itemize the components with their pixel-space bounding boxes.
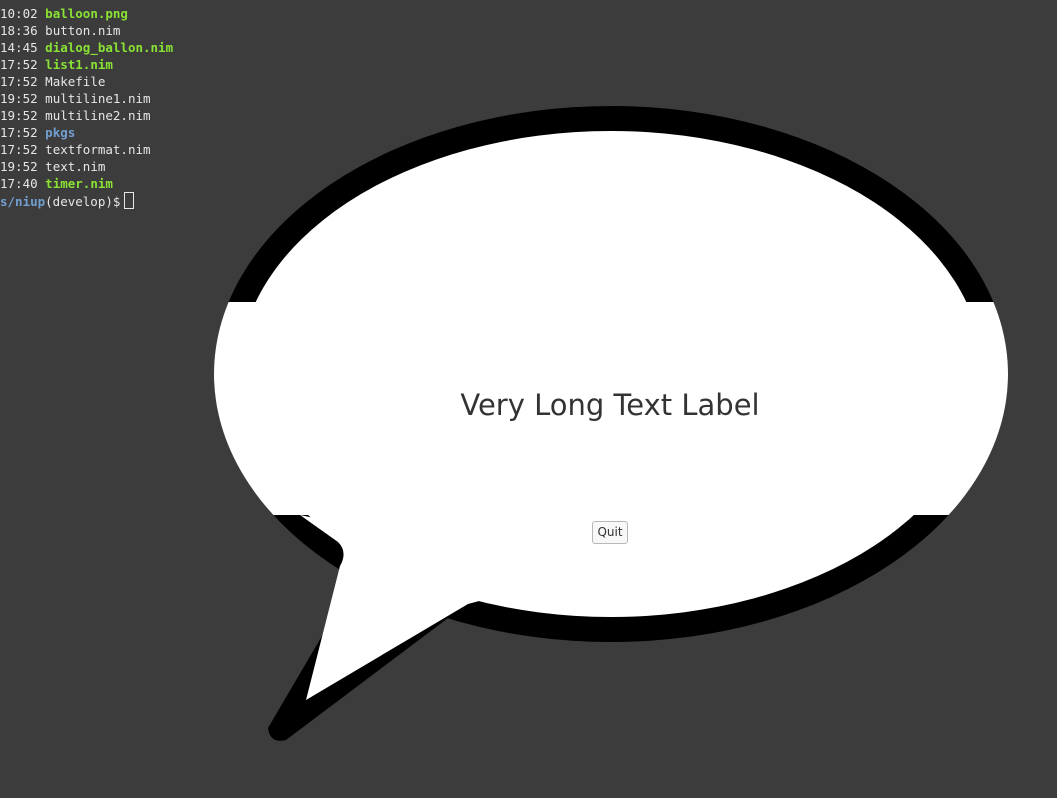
long-text-label: Very Long Text Label — [460, 388, 760, 422]
balloon-dialog: Very Long Text Label Quit — [0, 0, 1057, 798]
quit-button[interactable]: Quit — [592, 521, 628, 544]
